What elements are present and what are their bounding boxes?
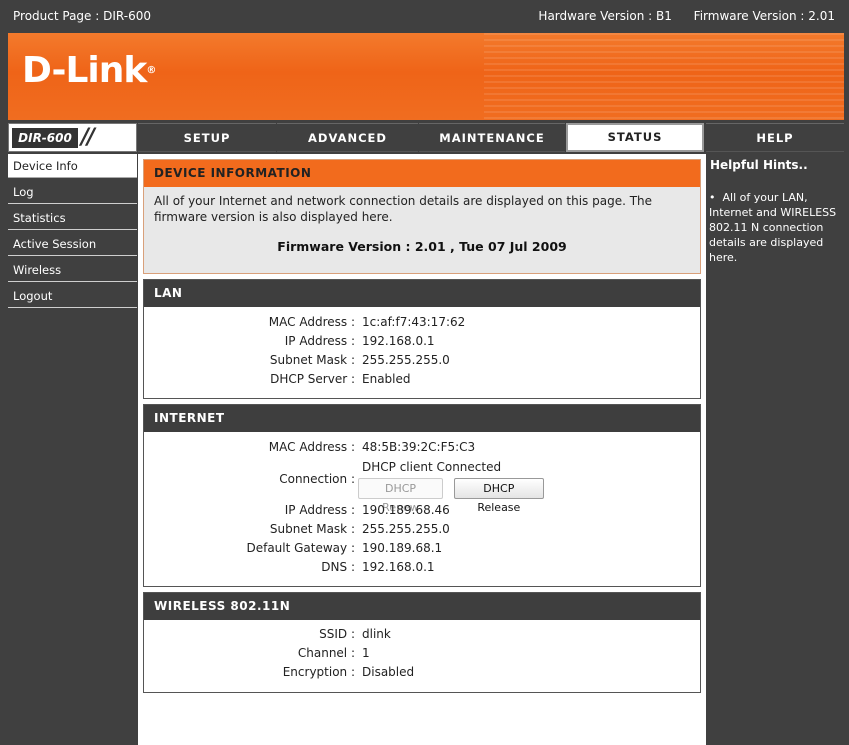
menu-wireless[interactable]: Wireless — [8, 258, 137, 282]
device-info-description: All of your Internet and network connect… — [154, 194, 653, 224]
internet-gateway-row: Default Gateway : 190.189.68.1 — [144, 541, 700, 560]
row-value: 255.255.255.0 — [362, 353, 450, 367]
side-menu: Device Info Log Statistics Active Sessio… — [8, 154, 137, 310]
tab-help[interactable]: HELP — [706, 123, 844, 152]
firmware-version: Firmware Version : 2.01 — [693, 9, 835, 23]
bullet-icon: • — [709, 191, 723, 204]
wireless-title: WIRELESS 802.11N — [144, 593, 700, 620]
row-value: Enabled — [362, 372, 411, 386]
lan-dhcp-row: DHCP Server : Enabled — [144, 372, 700, 391]
wireless-section: WIRELESS 802.11N SSID : dlink Channel :1 … — [143, 592, 701, 693]
product-value: DIR-600 — [103, 9, 151, 23]
wireless-channel-row: Channel : 1 — [144, 646, 700, 665]
help-hint-text: All of your LAN, Internet and WIRELESS 8… — [709, 191, 837, 264]
menu-logout[interactable]: Logout — [8, 284, 137, 308]
wireless-ssid-row: SSID : dlink — [144, 627, 700, 646]
device-info-section: DEVICE INFORMATION All of your Internet … — [143, 159, 701, 274]
internet-dns-row: DNS : 192.168.0.1 — [144, 560, 700, 579]
model-badge: DIR-600 // — [8, 123, 137, 152]
help-panel: Helpful Hints.. • All of your LAN, Inter… — [707, 154, 844, 745]
wireless-encryption-row: Encryption : Disabled — [144, 665, 700, 684]
row-label: Default Gateway : — [246, 541, 355, 555]
row-value: 255.255.255.0 — [362, 522, 450, 536]
device-info-title: DEVICE INFORMATION — [144, 160, 700, 187]
row-value: 190.189.68.46 — [362, 503, 450, 517]
row-label: SSID : — [319, 627, 355, 641]
internet-connection-row: Connection : DHCP client Connected DHCP … — [144, 459, 700, 514]
menu-statistics[interactable]: Statistics — [8, 206, 137, 230]
row-value: Disabled — [362, 665, 415, 679]
row-label: IP Address : — [284, 334, 355, 348]
internet-section: INTERNET MAC Address :48:5B:39:2C:F5:C3 … — [143, 404, 701, 587]
row-value: dlink — [362, 627, 391, 641]
banner-stripes — [484, 33, 844, 120]
row-label: IP Address : — [284, 503, 355, 517]
row-value: 190.189.68.1 — [362, 541, 443, 555]
dhcp-release-button[interactable]: DHCP Release — [453, 478, 544, 514]
main-content: DEVICE INFORMATION All of your Internet … — [138, 154, 706, 745]
menu-log[interactable]: Log — [8, 180, 137, 204]
lan-title: LAN — [144, 280, 700, 307]
connection-status: DHCP client Connected — [362, 460, 502, 474]
brand-banner: D-Link® — [8, 33, 844, 120]
row-label: Subnet Mask : — [269, 353, 355, 367]
row-label: Encryption : — [282, 665, 355, 679]
row-label: DHCP Server : — [270, 372, 355, 386]
row-value: 1c:af:f7:43:17:62 — [362, 315, 466, 329]
lan-ip-row: IP Address : 192.168.0.1 — [144, 334, 700, 353]
lan-mac-row: MAC Address : 1c:af:f7:43:17:62 — [144, 315, 700, 334]
product-label: Product Page : — [13, 9, 100, 23]
firmware-info: Firmware Version : 2.01 , Tue 07 Jul 200… — [277, 239, 567, 254]
slash-decoration: // — [81, 125, 95, 150]
row-label: DNS : — [321, 560, 355, 574]
row-label: MAC Address : — [268, 440, 355, 454]
menu-active-session[interactable]: Active Session — [8, 232, 137, 256]
tab-advanced[interactable]: ADVANCED — [277, 123, 418, 152]
row-value: 1 — [362, 646, 370, 660]
product-page: Product Page : DIR-600 — [13, 9, 151, 23]
tab-setup[interactable]: SETUP — [138, 123, 276, 152]
internet-ip-row: IP Address : 190.189.68.46 — [144, 503, 700, 522]
tab-maintenance[interactable]: MAINTENANCE — [419, 123, 565, 152]
row-label: MAC Address : — [268, 315, 355, 329]
internet-mac-row: MAC Address : 48:5B:39:2C:F5:C3 — [144, 440, 700, 459]
row-label: Subnet Mask : — [269, 522, 355, 536]
row-value: 48:5B:39:2C:F5:C3 — [362, 440, 476, 454]
dhcp-renew-button[interactable]: DHCP Renew — [358, 478, 443, 514]
model-name: DIR-600 — [12, 128, 78, 148]
help-title: Helpful Hints.. — [710, 158, 808, 172]
dlink-logo: D-Link® — [22, 51, 156, 91]
internet-subnet-row: Subnet Mask : 255.255.255.0 — [144, 522, 700, 541]
lan-section: LAN MAC Address : 1c:af:f7:43:17:62 IP Ad… — [143, 279, 701, 399]
top-bar: Product Page : DIR-600 Hardware Version … — [0, 0, 849, 32]
row-value: 192.168.0.1 — [362, 334, 435, 348]
tab-status[interactable]: STATUS — [566, 123, 704, 152]
registered-mark: ® — [146, 65, 157, 76]
row-label: Channel : — [297, 646, 355, 660]
version-info: Hardware Version : B1 Firmware Version :… — [538, 9, 835, 23]
row-label: Connection : — [279, 472, 355, 486]
row-value: 192.168.0.1 — [362, 560, 435, 574]
menu-device-info[interactable]: Device Info — [8, 154, 137, 178]
logo-text: D-Link — [22, 50, 147, 91]
help-hint: • All of your LAN, Internet and WIRELESS… — [707, 172, 844, 265]
lan-subnet-row: Subnet Mask : 255.255.255.0 — [144, 353, 700, 372]
hardware-version: Hardware Version : B1 — [538, 9, 672, 23]
internet-title: INTERNET — [144, 405, 700, 432]
